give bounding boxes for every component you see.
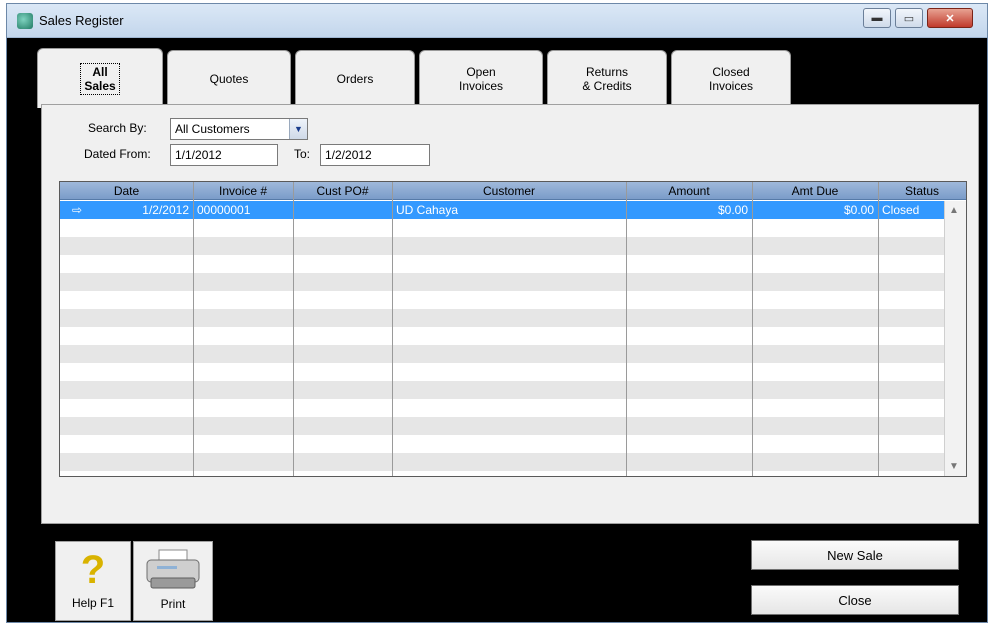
column-divider [392,182,393,476]
scroll-up-icon[interactable]: ▲ [949,205,959,216]
dated-from-label: Dated From: [84,147,151,161]
column-header-status[interactable]: Status [878,182,966,200]
sales-panel: Search By: All Customers ▼ Dated From: 1… [41,104,979,524]
column-divider [878,182,879,476]
app-icon [17,13,33,29]
tab-open-invoices[interactable]: Open Invoices [419,50,543,106]
column-header-amount[interactable]: Amount [626,182,752,200]
tab-orders[interactable]: Orders [295,50,415,106]
table-header: Date Invoice # Cust PO# Customer Amount … [60,182,966,200]
cell-date: 1/2/2012 [142,203,189,217]
search-by-value: All Customers [175,122,250,136]
cell-cust-po [293,201,392,219]
title-bar: Sales Register ▬ ▭ ✕ [7,4,987,38]
close-window-button[interactable]: ✕ [927,8,973,28]
minimize-button[interactable]: ▬ [863,8,891,28]
window-title: Sales Register [39,13,124,28]
help-button[interactable]: ? Help F1 [55,541,131,621]
column-divider [193,182,194,476]
cell-invoice: 00000001 [197,203,251,217]
tab-quotes[interactable]: Quotes [167,50,291,106]
new-sale-button[interactable]: New Sale [751,540,959,570]
maximize-button[interactable]: ▭ [895,8,923,28]
print-label: Print [160,597,186,611]
cell-amount: $0.00 [717,203,748,217]
tab-returns-credits[interactable]: Returns & Credits [547,50,667,106]
sales-register-window: Sales Register ▬ ▭ ✕ All Sales Quotes Or… [6,3,988,623]
dropdown-arrow-icon[interactable]: ▼ [289,119,307,139]
search-by-select[interactable]: All Customers ▼ [170,118,308,140]
vertical-scrollbar[interactable]: ▲ ▼ [944,201,966,476]
help-label: Help F1 [71,596,115,610]
column-divider [626,182,627,476]
tab-all-sales-label: All Sales [80,62,120,95]
printer-icon [146,549,200,589]
column-header-date[interactable]: Date [60,182,193,200]
cell-status: Closed [882,203,920,217]
dated-from-input[interactable]: 1/1/2012 [170,144,278,166]
column-header-customer[interactable]: Customer [392,182,626,200]
question-mark-icon: ? [80,548,106,592]
tab-all-sales[interactable]: All Sales [37,48,163,108]
close-button[interactable]: Close [751,585,959,615]
column-divider [752,182,753,476]
column-header-amt-due[interactable]: Amt Due [752,182,878,200]
column-header-cust-po[interactable]: Cust PO# [293,182,392,200]
scroll-down-icon[interactable]: ▼ [949,461,959,472]
column-divider [293,182,294,476]
to-label: To: [294,147,311,161]
tab-closed-invoices[interactable]: Closed Invoices [671,50,791,106]
dated-to-input[interactable]: 1/2/2012 [320,144,430,166]
row-pointer-icon: ⇨ [72,203,83,217]
column-header-invoice[interactable]: Invoice # [193,182,293,200]
cell-amt-due: $0.00 [843,203,874,217]
cell-customer: UD Cahaya [396,203,459,217]
sales-table: Date Invoice # Cust PO# Customer Amount … [59,181,967,477]
search-by-label: Search By: [88,121,147,135]
print-button[interactable]: Print [133,541,213,621]
